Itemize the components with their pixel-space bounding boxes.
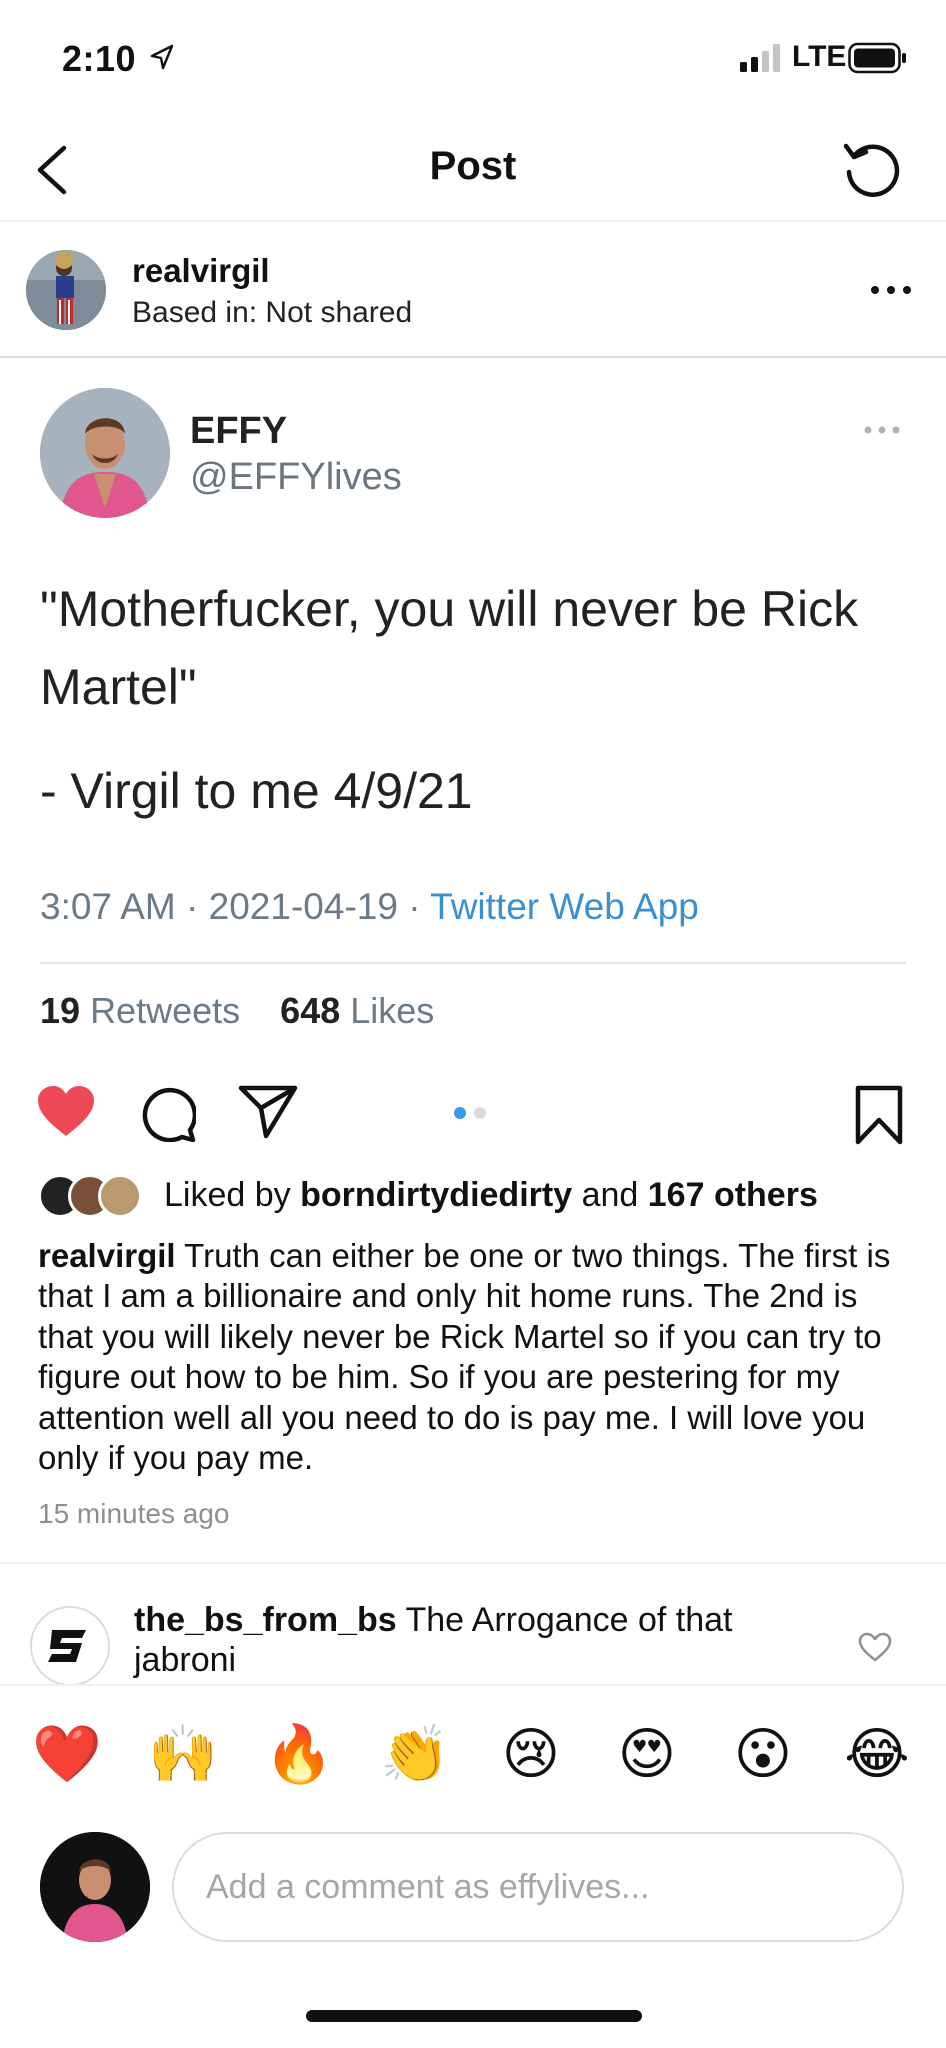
battery-icon bbox=[848, 42, 906, 74]
emoji-red-heart[interactable]: ❤️ bbox=[32, 1720, 102, 1790]
nav-bar: Post bbox=[0, 118, 946, 222]
post-caption: realvirgil Truth can either be one or tw… bbox=[38, 1236, 918, 1478]
avatar[interactable] bbox=[26, 250, 106, 330]
comment-text: the_bs_from_bs The Arrogance of that jab… bbox=[134, 1600, 814, 1680]
comment-input[interactable] bbox=[172, 1832, 904, 1942]
tweet-more-icon bbox=[864, 426, 900, 434]
likes-others[interactable]: 167 others bbox=[648, 1176, 818, 1214]
tweet-source: Twitter Web App bbox=[430, 886, 699, 927]
tweet-avatar bbox=[40, 388, 170, 518]
s-logo-icon bbox=[48, 1630, 86, 1662]
home-indicator bbox=[306, 2010, 642, 2022]
retweets-count: 19 bbox=[40, 990, 81, 1031]
action-bar bbox=[0, 1070, 946, 1150]
tweet-text-quote: "Motherfucker, you will never be Rick Ma… bbox=[40, 581, 859, 715]
emoji-raising-hands[interactable]: 🙌 bbox=[148, 1720, 218, 1790]
avatar bbox=[40, 1832, 150, 1942]
tweet-text-attribution: - Virgil to me 4/9/21 bbox=[40, 763, 473, 819]
send-icon[interactable] bbox=[238, 1084, 298, 1140]
tweet-time: 3:07 AM bbox=[40, 886, 176, 927]
comment-icon[interactable] bbox=[138, 1084, 196, 1142]
tweet-stats: 19 Retweets 648 Likes bbox=[40, 990, 434, 1032]
tweet-handle: @EFFYlives bbox=[190, 456, 402, 498]
divider bbox=[0, 1684, 946, 1686]
likes-prefix: Liked by bbox=[164, 1176, 291, 1214]
likes-conjunction: and bbox=[581, 1176, 639, 1214]
likes-text: Liked by borndirtydiedirty and 167 other… bbox=[164, 1176, 818, 1215]
avatar[interactable] bbox=[30, 1606, 110, 1686]
avatar bbox=[98, 1174, 142, 1218]
post-header: realvirgil Based in: Not shared bbox=[0, 224, 946, 358]
post-username[interactable]: realvirgil bbox=[132, 252, 270, 290]
liker-avatars bbox=[38, 1174, 148, 1218]
comment-item: the_bs_from_bs The Arrogance of that jab… bbox=[0, 1600, 946, 1686]
heart-outline-icon[interactable] bbox=[858, 1632, 892, 1662]
tweet-text: "Motherfucker, you will never be Rick Ma… bbox=[40, 570, 920, 830]
tweet-avatar-image bbox=[40, 388, 170, 518]
meta-separator: · bbox=[408, 886, 421, 927]
emoji-bar: ❤️ 🙌 🔥 👏 😢 😍 😮 😂 bbox=[0, 1720, 946, 1800]
signal-icon bbox=[740, 44, 780, 72]
liker-username[interactable]: borndirtydiedirty bbox=[300, 1176, 572, 1214]
emoji-laughing[interactable]: 😂 bbox=[842, 1720, 912, 1790]
emoji-fire[interactable]: 🔥 bbox=[264, 1720, 334, 1790]
likes-count: 648 bbox=[280, 990, 341, 1031]
retweets-label: Retweets bbox=[90, 990, 241, 1031]
page-title: Post bbox=[429, 144, 517, 188]
tweet-date: 2021-04-19 bbox=[208, 886, 398, 927]
post-location: Based in: Not shared bbox=[132, 296, 413, 329]
avatar-image bbox=[26, 250, 106, 330]
more-horizontal-icon[interactable] bbox=[866, 280, 916, 300]
emoji-crying[interactable]: 😢 bbox=[496, 1720, 566, 1790]
status-time: 2:10 bbox=[62, 38, 137, 79]
caption-username[interactable]: realvirgil bbox=[38, 1237, 176, 1274]
bookmark-icon[interactable] bbox=[854, 1084, 904, 1146]
meta-separator: · bbox=[186, 886, 199, 927]
comment-input-row bbox=[0, 1828, 946, 1948]
refresh-icon[interactable] bbox=[840, 138, 904, 202]
post-timestamp: 15 minutes ago bbox=[38, 1498, 230, 1529]
carousel-indicator bbox=[454, 1107, 486, 1119]
tweet-meta: 3:07 AM · 2021-04-19 · Twitter Web App bbox=[40, 886, 699, 928]
tweet-display-name: EFFY bbox=[190, 410, 288, 452]
comment-username[interactable]: the_bs_from_bs bbox=[134, 1601, 397, 1639]
divider bbox=[0, 1562, 946, 1564]
likes-label: Likes bbox=[350, 990, 435, 1031]
emoji-clapping[interactable]: 👏 bbox=[380, 1720, 450, 1790]
heart-filled-icon[interactable] bbox=[36, 1084, 96, 1138]
location-arrow-icon bbox=[150, 44, 174, 70]
network-type: LTE bbox=[792, 40, 847, 73]
tweet-divider bbox=[40, 962, 906, 964]
tweet-card: EFFY @EFFYlives "Motherfucker, you will … bbox=[0, 360, 946, 1060]
emoji-heart-eyes[interactable]: 😍 bbox=[612, 1720, 682, 1790]
likes-summary[interactable]: Liked by borndirtydiedirty and 167 other… bbox=[38, 1172, 918, 1222]
emoji-surprised[interactable]: 😮 bbox=[728, 1720, 798, 1790]
current-user-avatar-image bbox=[40, 1832, 150, 1942]
status-bar: 2:10 LTE bbox=[0, 0, 946, 118]
